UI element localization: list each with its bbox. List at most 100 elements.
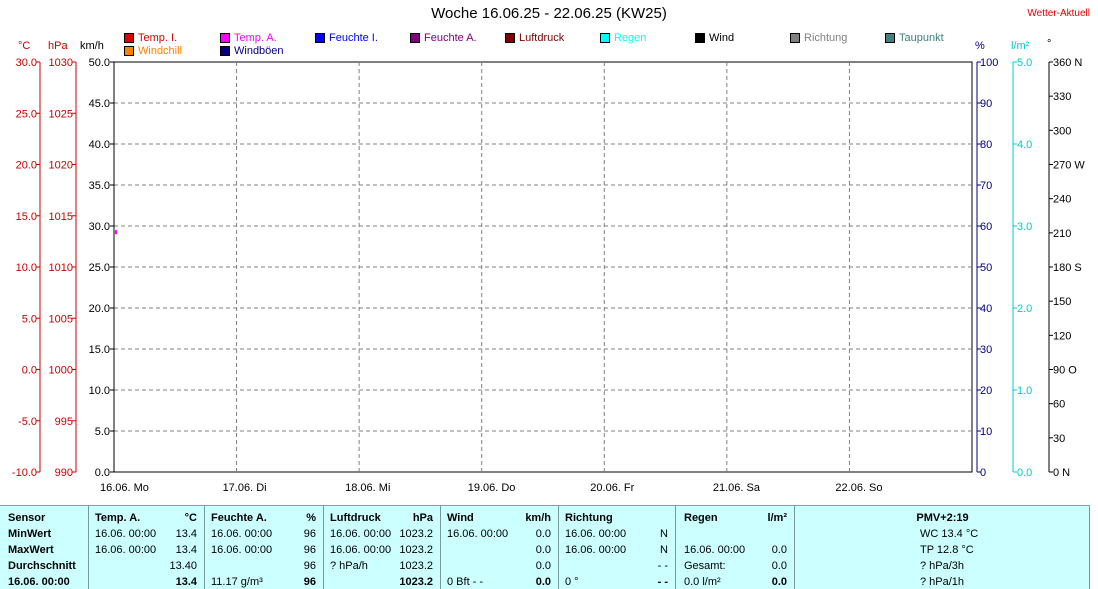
temp-tick-label: -5.0 [18,416,37,428]
temp-tick-label: 10.0 [16,262,37,274]
pmv-column: PMV+2:19 WC 13.4 °C TP 12.8 °C ? hPa/3h ? hP… [795,506,1090,589]
rain-tick-label: 1.0 [1017,385,1032,397]
pressure-tick-label: 1020 [49,160,73,172]
pressure-row-value: 1023.2 [399,576,433,588]
wind-tick-label: 45.0 [89,98,110,110]
wind-tick-label: 25.0 [89,262,110,274]
direction-tick-label: 360 N [1053,57,1082,69]
wind-tick-label: 50.0 [89,57,110,69]
pressure-tick-label: 1030 [49,57,73,69]
wind-tick-label: 10.0 [89,385,110,397]
pressure-tick-label: 1025 [49,108,73,120]
wind-unit: km/h [525,512,551,524]
direction-tick-label: 330 [1053,91,1071,103]
pressure-unit: hPa [412,512,433,524]
direction-tick-label: 30 [1053,433,1065,445]
humidity-tick-label: 30 [980,344,992,356]
humidity-row-value: 96 [303,576,316,588]
pmv-row: ? hPa/1h [920,576,965,588]
rain-row-value: 0.0 [771,576,787,588]
rain-tick-label: 4.0 [1017,139,1032,151]
wind-row-value: 0.0 [535,560,551,572]
wind-row-value: 0.0 [535,576,551,588]
x-tick-label: 22.06. So [835,482,882,494]
temp-row-value: 13.40 [169,560,197,572]
wind-tick-label: 35.0 [89,180,110,192]
humidity-row-value: 96 [303,544,316,556]
humidity-tick-label: 20 [980,385,992,397]
direction-column: Richtung 16.06. 00:00 N 16.06. 00:00 N - -0 °… [559,506,676,589]
wind-row-value: 0.0 [535,544,551,556]
x-tick-label: 21.06. Sa [713,482,761,494]
direction-tick-label: 210 [1053,228,1071,240]
direction-tick-label: 300 [1053,125,1071,137]
pmv-row: TP 12.8 °C [920,544,974,556]
direction-row-value: N [660,528,668,540]
pressure-tick-label: 1000 [49,365,73,377]
row-label-column: Sensor MinWert MaxWert Durchschnitt 16.06. 0… [0,506,89,589]
humidity-tick-label: 0 [980,467,986,479]
humidity-tick-label: 80 [980,139,992,151]
pressure-tick-label: 1010 [49,262,73,274]
direction-header: Richtung [565,512,613,524]
data-point [115,230,117,235]
pressure-tick-label: 995 [55,416,73,428]
pressure-tick-label: 1005 [49,313,73,325]
temp-column: Temp. A. °C 16.06. 00:00 13.4 16.06. 00:00 13… [89,506,205,589]
row-label: 16.06. 00:00 [8,576,70,588]
rain-tick-label: 0.0 [1017,467,1032,479]
pressure-row-value: 1023.2 [399,560,433,572]
rain-unit: l/m² [767,512,787,524]
pressure-tick-label: 990 [55,467,73,479]
wind-tick-label: 20.0 [89,303,110,315]
temp-row-value: 13.4 [175,576,197,588]
temp-tick-label: -10.0 [12,467,37,479]
x-tick-label: 17.06. Di [223,482,267,494]
temp-row-value: 13.4 [175,544,197,556]
direction-tick-label: 180 S [1053,262,1082,274]
humidity-tick-label: 100 [980,57,998,69]
pressure-column: Luftdruck hPa 16.06. 00:00 1023.2 16.06. 00:… [324,506,441,589]
rain-tick-label: 5.0 [1017,57,1032,69]
humidity-tick-label: 70 [980,180,992,192]
pressure-row-value: 1023.2 [399,528,433,540]
row-label: Durchschnitt [8,560,76,572]
rain-tick-label: 2.0 [1017,303,1032,315]
humidity-tick-label: 10 [980,426,992,438]
humidity-tick-label: 60 [980,221,992,233]
statistics-table: Sensor MinWert MaxWert Durchschnitt 16.06. 0… [0,505,1090,589]
weather-chart: 16.06. Mo 17.06. Di 18.06. Mi 19.06. Do 20.0… [12,57,1085,494]
direction-tick-label: 90 O [1053,365,1077,377]
temp-unit: °C [184,512,197,524]
x-tick-label: 18.06. Mi [345,482,390,494]
pressure-tick-label: 1015 [49,211,73,223]
row-label: MaxWert [8,544,54,556]
humidity-tick-label: 90 [980,98,992,110]
direction-row-value: - - [657,576,668,588]
direction-tick-label: 0 N [1053,467,1070,479]
direction-tick-label: 270 W [1053,160,1085,172]
humidity-row-value: 96 [303,528,316,540]
temp-tick-label: 25.0 [16,108,37,120]
humidity-unit: % [306,512,316,524]
temp-row-value: 13.4 [175,528,197,540]
wind-row-value: 0.0 [535,528,551,540]
direction-row-value: N [660,544,668,556]
direction-tick-label: 60 [1053,399,1065,411]
x-tick-label: 20.06. Fr [590,482,634,494]
pmv-header: PMV+2:19 [916,512,969,524]
rain-row-value: 0.0 [771,544,787,556]
temp-tick-label: 20.0 [16,160,37,172]
pmv-row: ? hPa/3h [920,560,965,572]
pressure-row-value: 1023.2 [399,544,433,556]
temp-tick-label: 15.0 [16,211,37,223]
temp-tick-label: 0.0 [22,365,37,377]
x-tick-label: 16.06. Mo [100,482,149,494]
direction-tick-label: 150 [1053,296,1071,308]
temp-tick-label: 5.0 [22,313,37,325]
humidity-row-value: 96 [303,560,316,572]
pmv-row: WC 13.4 °C [920,528,979,540]
x-tick-label: 19.06. Do [468,482,516,494]
humidity-tick-label: 50 [980,262,992,274]
rain-column: Regen l/m² 16.06. 00:00 0.0 Gesamt: 0.0 0.0 l/… [676,506,795,589]
